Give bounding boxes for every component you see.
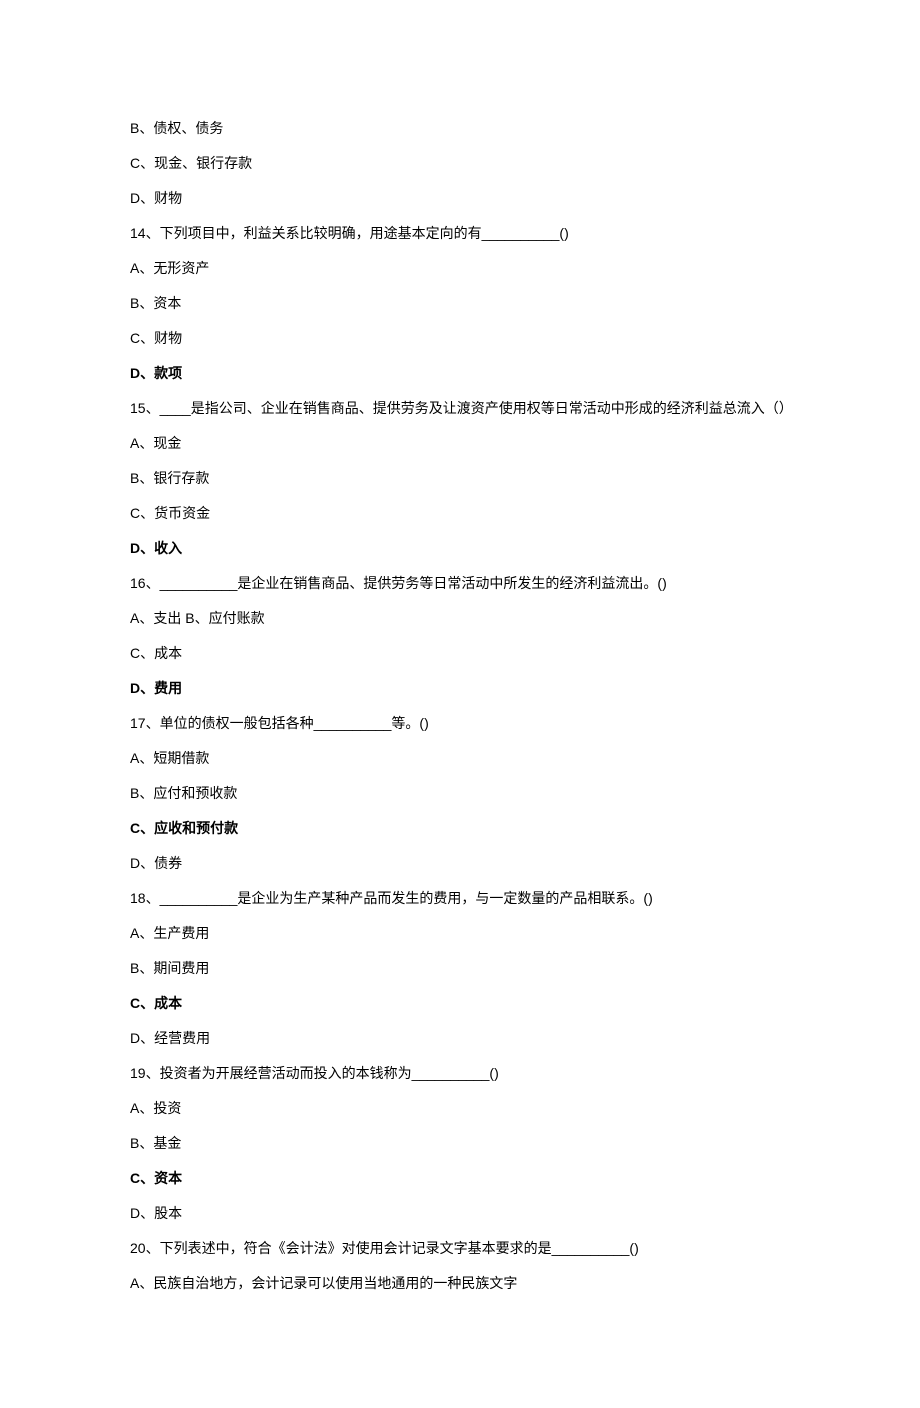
option-a: A、生产费用 xyxy=(130,923,790,944)
question-stem: 17、单位的债权一般包括各种__________等。() xyxy=(130,713,790,734)
option-c: C、货币资金 xyxy=(130,503,790,524)
question-stem: 14、下列项目中，利益关系比较明确，用途基本定向的有__________() xyxy=(130,223,790,244)
question-stem: 18、__________是企业为生产某种产品而发生的费用，与一定数量的产品相联… xyxy=(130,888,790,909)
text-line: C、现金、银行存款 xyxy=(130,153,790,174)
option-a: A、现金 xyxy=(130,433,790,454)
option-c: C、成本 xyxy=(130,643,790,664)
text-line: B、债权、债务 xyxy=(130,118,790,139)
option-b: B、银行存款 xyxy=(130,468,790,489)
option-c-answer: C、资本 xyxy=(130,1168,790,1189)
option-d: D、股本 xyxy=(130,1203,790,1224)
option-b: B、期间费用 xyxy=(130,958,790,979)
question-stem: 19、投资者为开展经营活动而投入的本钱称为__________() xyxy=(130,1063,790,1084)
option-d: D、经营费用 xyxy=(130,1028,790,1049)
option-d-answer: D、收入 xyxy=(130,538,790,559)
option-a: A、短期借款 xyxy=(130,748,790,769)
option-b: B、基金 xyxy=(130,1133,790,1154)
option-b: B、应付和预收款 xyxy=(130,783,790,804)
document-page: B、债权、债务 C、现金、银行存款 D、财物 14、下列项目中，利益关系比较明确… xyxy=(0,0,920,1408)
text-line: D、财物 xyxy=(130,188,790,209)
option-b: B、资本 xyxy=(130,293,790,314)
option-a: A、无形资产 xyxy=(130,258,790,279)
option-a-b: A、支出 B、应付账款 xyxy=(130,608,790,629)
option-c: C、财物 xyxy=(130,328,790,349)
option-a: A、投资 xyxy=(130,1098,790,1119)
question-stem: 20、下列表述中，符合《会计法》对使用会计记录文字基本要求的是_________… xyxy=(130,1238,790,1259)
option-a: A、民族自治地方，会计记录可以使用当地通用的一种民族文字 xyxy=(130,1273,790,1294)
option-d-answer: D、款项 xyxy=(130,363,790,384)
option-d-answer: D、费用 xyxy=(130,678,790,699)
option-c-answer: C、成本 xyxy=(130,993,790,1014)
question-stem: 16、__________是企业在销售商品、提供劳务等日常活动中所发生的经济利益… xyxy=(130,573,790,594)
option-d: D、债券 xyxy=(130,853,790,874)
option-c-answer: C、应收和预付款 xyxy=(130,818,790,839)
question-stem: 15、____是指公司、企业在销售商品、提供劳务及让渡资产使用权等日常活动中形成… xyxy=(130,398,790,419)
